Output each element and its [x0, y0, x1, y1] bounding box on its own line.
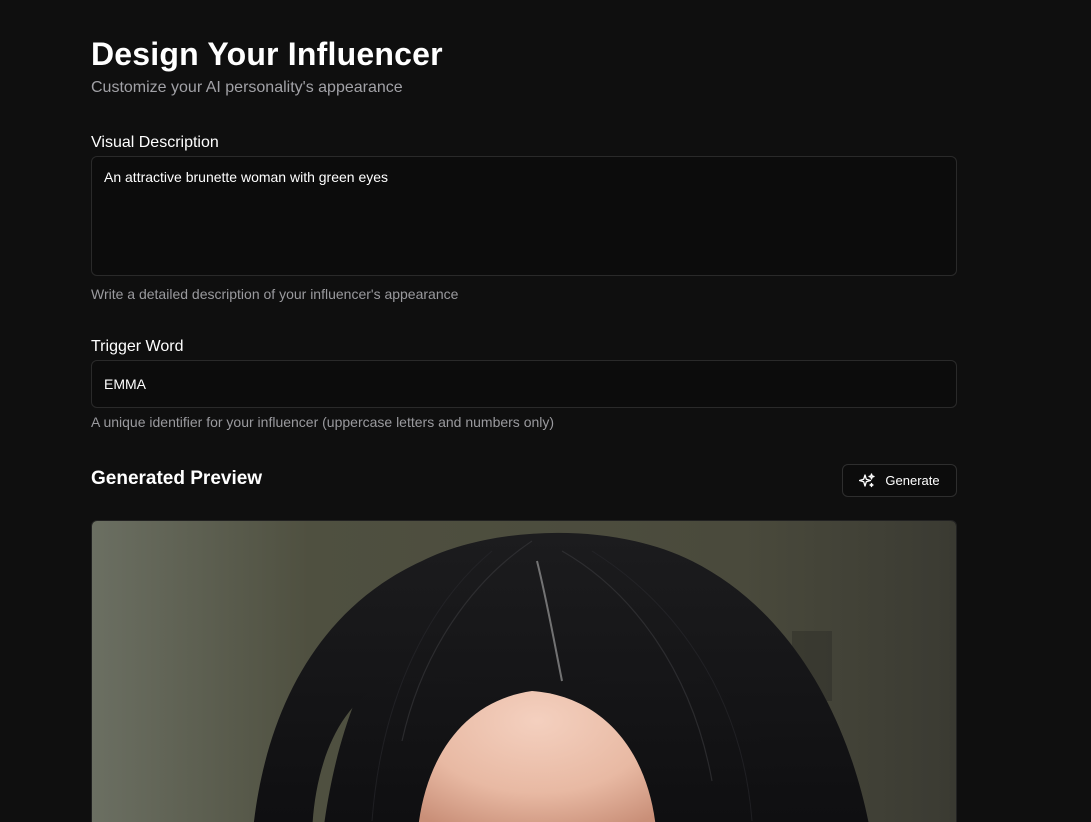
generated-preview-image [91, 520, 957, 822]
visual-description-helper: Write a detailed description of your inf… [91, 286, 459, 302]
page: Design Your Influencer Customize your AI… [0, 0, 1091, 822]
generate-button[interactable]: Generate [842, 464, 957, 497]
trigger-word-label: Trigger Word [91, 338, 184, 355]
page-subtitle: Customize your AI personality's appearan… [91, 79, 403, 96]
sparkles-icon [859, 472, 876, 489]
generated-preview-title: Generated Preview [91, 468, 263, 489]
trigger-word-helper: A unique identifier for your influencer … [91, 414, 555, 430]
visual-description-label: Visual Description [91, 134, 219, 151]
trigger-word-field[interactable] [91, 360, 957, 408]
page-title: Design Your Influencer [91, 36, 443, 72]
visual-description-field[interactable]: An attractive brunette woman with green … [91, 156, 957, 276]
generate-button-label: Generate [885, 473, 940, 488]
